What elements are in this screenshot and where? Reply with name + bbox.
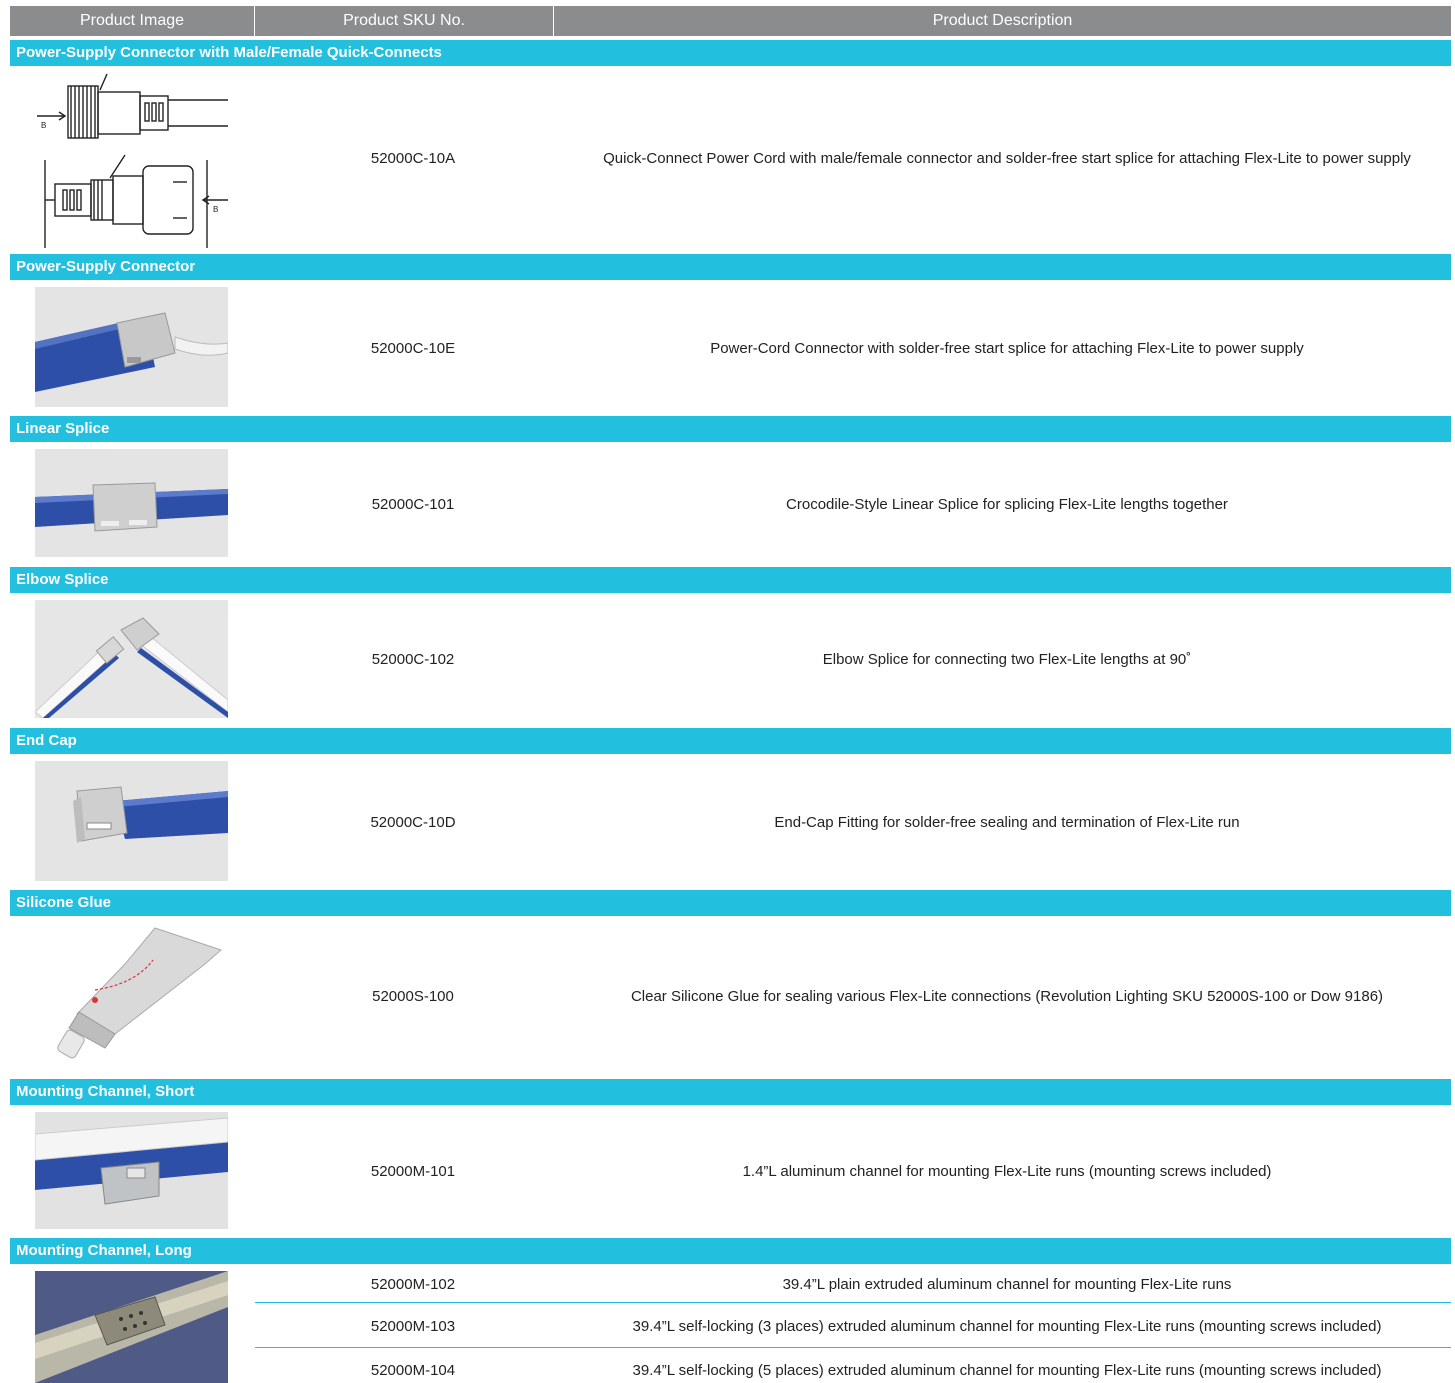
section-title-linear-splice: Linear Splice xyxy=(10,416,1451,442)
product-sku: 52000C-10A xyxy=(370,150,456,167)
column-header-sku: Product SKU No. xyxy=(255,6,554,36)
product-sku: 52000M-101 xyxy=(370,1163,456,1180)
section-title-end-cap: End Cap xyxy=(10,728,1451,754)
table-header: Product Image Product SKU No. Product De… xyxy=(10,6,1451,36)
section-title-quick-connect: Power-Supply Connector with Male/Female … xyxy=(10,40,1451,66)
product-sku: 52000C-10E xyxy=(370,340,456,357)
product-sku: 52000C-102 xyxy=(371,651,455,668)
product-description: Power-Cord Connector with solder-free st… xyxy=(710,340,1304,357)
product-description: Clear Silicone Glue for sealing various … xyxy=(630,988,1384,1005)
product-sku: 52000M-103 xyxy=(370,1318,456,1335)
product-sku: 52000S-100 xyxy=(372,988,454,1005)
silicone-glue-tube-photo xyxy=(35,924,228,1069)
product-sku: 52000C-101 xyxy=(371,496,455,513)
section-title-power-supply-connector: Power-Supply Connector xyxy=(10,254,1451,280)
power-cord-connector-photo xyxy=(35,287,228,407)
column-header-description: Product Description xyxy=(554,6,1451,36)
product-description: Quick-Connect Power Cord with male/femal… xyxy=(603,150,1411,167)
product-sku: 52000M-102 xyxy=(370,1276,456,1293)
product-description: End-Cap Fitting for solder-free sealing … xyxy=(774,814,1240,831)
mounting-channel-long-photo xyxy=(35,1271,228,1383)
section-title-mounting-channel-long: Mounting Channel, Long xyxy=(10,1238,1451,1264)
svg-text:B: B xyxy=(41,121,46,130)
product-row: 52000C-101 Crocodile-Style Linear Splice… xyxy=(10,442,1451,558)
section-title-mounting-channel-short: Mounting Channel, Short xyxy=(10,1079,1451,1105)
product-sku: 52000C-10D xyxy=(370,814,456,831)
section-title-silicone-glue: Silicone Glue xyxy=(10,890,1451,916)
product-description: 39.4”L plain extruded aluminum channel f… xyxy=(782,1276,1232,1293)
section-title-elbow-splice: Elbow Splice xyxy=(10,567,1451,593)
product-sku: 52000M-104 xyxy=(370,1362,456,1379)
product-description: 1.4”L aluminum channel for mounting Flex… xyxy=(742,1163,1272,1180)
column-header-image: Product Image xyxy=(10,6,255,36)
product-description: Elbow Splice for connecting two Flex-Lit… xyxy=(822,651,1192,668)
product-description: 39.4”L self-locking (5 places) extruded … xyxy=(632,1362,1382,1379)
linear-splice-photo xyxy=(35,449,228,557)
quick-connect-diagram: B B xyxy=(35,70,228,248)
row-divider xyxy=(255,1302,1451,1303)
elbow-splice-photo xyxy=(35,600,228,718)
product-row: 52000S-100 Clear Silicone Glue for seali… xyxy=(10,916,1451,1076)
mounting-channel-short-photo xyxy=(35,1112,228,1229)
product-row-group: 52000M-102 39.4”L plain extruded aluminu… xyxy=(10,1264,1451,1383)
product-description: Crocodile-Style Linear Splice for splici… xyxy=(786,496,1228,513)
row-divider xyxy=(255,1347,1451,1348)
product-description: 39.4”L self-locking (3 places) extruded … xyxy=(632,1318,1382,1335)
product-row: 52000C-10E Power-Cord Connector with sol… xyxy=(10,280,1451,412)
svg-text:B: B xyxy=(213,205,218,214)
product-row: 52000C-10D End-Cap Fitting for solder-fr… xyxy=(10,754,1451,886)
product-row: B B 52000C-10A Quick-Connect Power Cord … xyxy=(10,66,1451,252)
product-row: 52000M-101 1.4”L aluminum channel for mo… xyxy=(10,1105,1451,1235)
product-row: 52000C-102 Elbow Splice for connecting t… xyxy=(10,593,1451,721)
end-cap-photo xyxy=(35,761,228,881)
